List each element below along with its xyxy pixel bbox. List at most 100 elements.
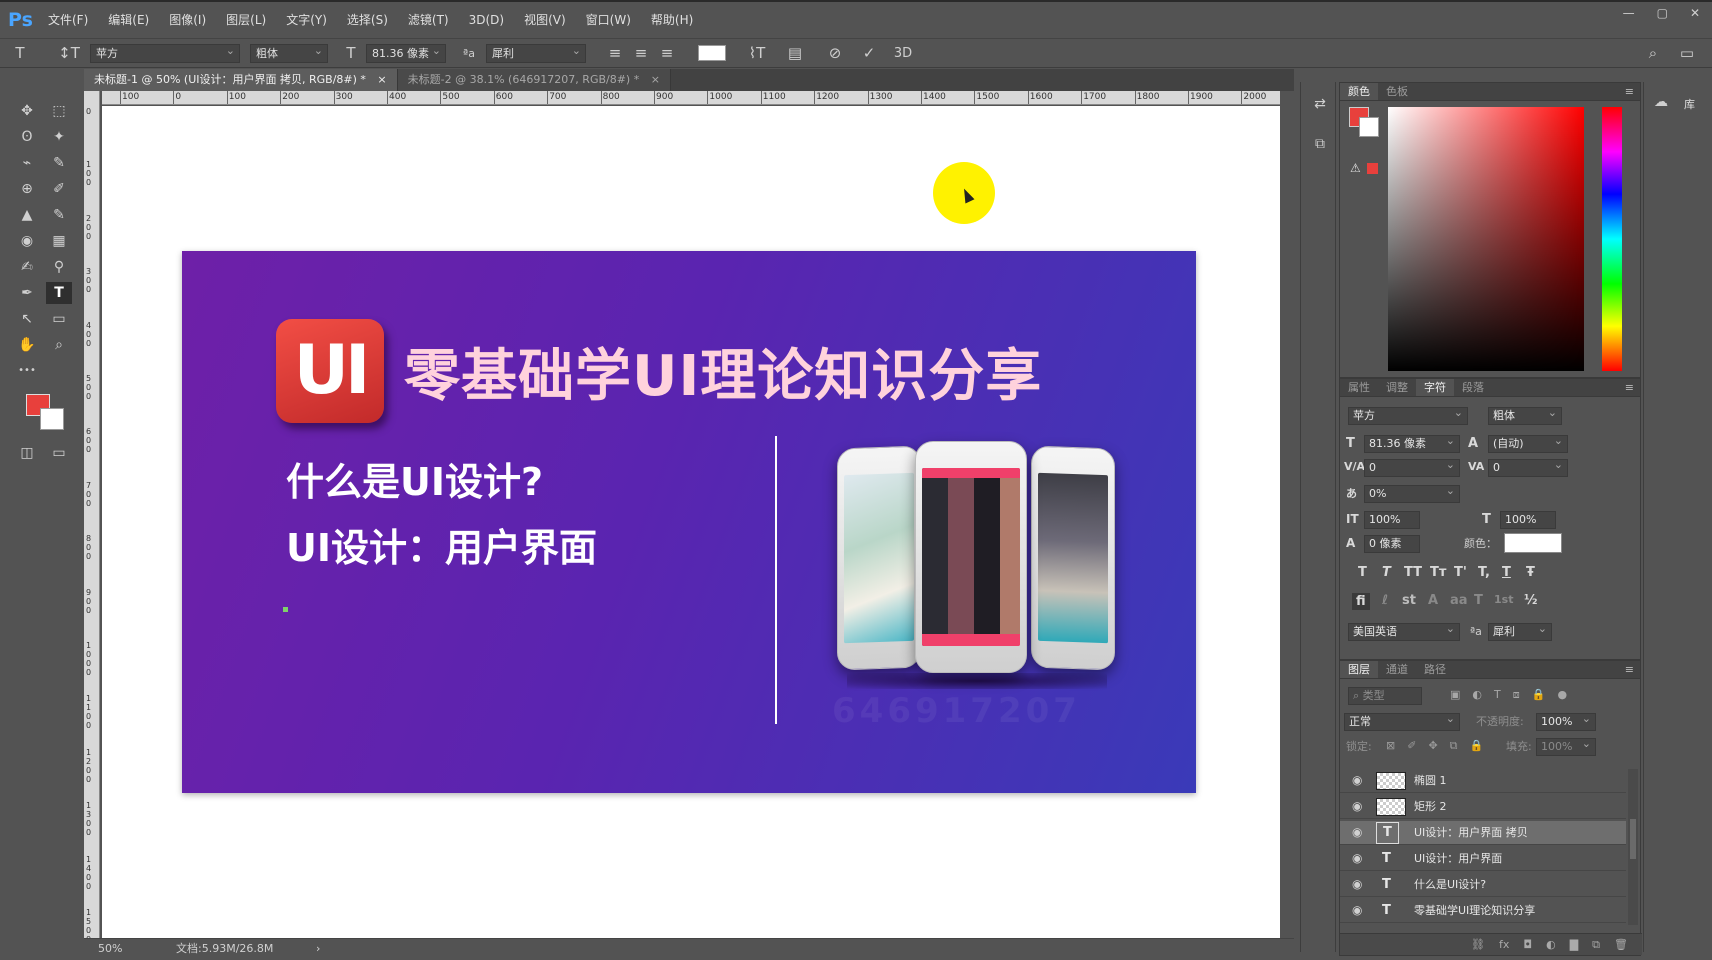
cancel-icon[interactable]: ⊘ [820,44,850,62]
dodge-tool-icon[interactable]: ⚲ [46,256,72,278]
layer-row[interactable]: ◉ T 什么是UI设计? [1340,873,1626,897]
char-horizontal-scale-field[interactable]: 100% [1500,511,1556,529]
layer-row[interactable]: ◉ 矩形 2 [1340,795,1626,819]
tab-document-1[interactable]: 未标题-1 @ 50% (UI设计：用户界面 拷贝, RGB/8#) * × [84,69,398,91]
menu-type[interactable]: 文字(Y) [276,2,337,38]
menu-filter[interactable]: 滤镜(T) [398,2,459,38]
char-tsume-field[interactable]: 0% [1364,483,1460,503]
banner-title[interactable]: 零基础学UI理论知识分享 [404,331,1042,412]
language-select[interactable]: 美国英语 [1348,621,1460,641]
hue-slider[interactable] [1602,107,1622,371]
rectangle-tool-icon[interactable]: ▭ [46,308,72,330]
opacity-field[interactable]: 100% [1536,711,1596,731]
font-size-select[interactable]: 81.36 像素 [366,42,446,63]
anti-alias-select[interactable]: 犀利 [486,42,586,63]
blend-mode-select[interactable]: 正常 [1344,711,1460,731]
layers-scrollbar[interactable] [1628,769,1638,925]
small-caps-icon[interactable]: Tт [1430,565,1446,580]
gamut-warning-swatch[interactable] [1367,163,1378,174]
quick-mask-icon[interactable]: ◫ [14,442,40,464]
lock-position-icon[interactable]: ✥ [1428,739,1437,753]
layer-row-selected[interactable]: ◉ T UI设计：用户界面 拷贝 [1340,821,1626,845]
strikethrough-icon[interactable]: Ŧ [1526,565,1535,580]
hand-tool-icon[interactable]: ✋ [14,334,40,356]
magic-wand-tool-icon[interactable]: ✦ [46,126,72,148]
panel-menu-icon[interactable]: ≡ [1625,83,1634,101]
lock-all-icon[interactable]: 🔒 [1470,739,1484,753]
superscript-icon[interactable]: T' [1454,565,1467,580]
pen-tool-icon[interactable]: ✒ [14,282,40,304]
close-button[interactable]: ✕ [1690,6,1700,20]
menu-view[interactable]: 视图(V) [514,2,576,38]
tab-close-icon[interactable]: × [651,73,660,86]
layer-style-icon[interactable]: fx [1499,938,1509,951]
ligatures-icon[interactable]: fi [1352,593,1370,610]
panel-menu-icon[interactable]: ≡ [1625,379,1634,397]
filter-pixel-icon[interactable]: ▣ [1450,688,1460,702]
move-tool-icon[interactable]: ✥ [14,100,40,122]
align-center-icon[interactable]: ≡ [628,44,654,62]
cloud-icon[interactable]: ☁ [1654,94,1668,110]
search-icon[interactable]: ⌕ [1638,44,1668,62]
link-layers-icon[interactable]: ⛓ [1471,938,1485,951]
text-color-swatch[interactable] [698,45,726,61]
swash-icon[interactable]: A [1428,593,1438,608]
properties-panel-icon[interactable]: ⧉ [1309,136,1331,158]
tab-paths[interactable]: 路径 [1416,661,1454,678]
char-baseline-shift-field[interactable]: 0 像素 [1364,535,1420,553]
eraser-tool-icon[interactable]: ◉ [14,230,40,252]
layer-row[interactable]: ◉ T 零基础学UI理论知识分享 [1340,899,1626,923]
lock-transparency-icon[interactable]: ⊠ [1386,739,1395,753]
tab-channels[interactable]: 通道 [1378,661,1416,678]
color-field[interactable] [1388,107,1584,371]
ordinals-icon[interactable]: 1st [1494,593,1513,606]
gradient-tool-icon[interactable]: ▦ [46,230,72,252]
path-selection-tool-icon[interactable]: ↖ [14,308,40,330]
filter-smart-object-icon[interactable]: 🔒 [1532,688,1546,702]
history-brush-tool-icon[interactable]: ✎ [46,204,72,226]
subscript-icon[interactable]: T, [1478,565,1490,580]
visibility-eye-icon[interactable]: ◉ [1352,899,1362,922]
workspace-icon[interactable]: ▭ [1672,44,1702,62]
layer-filter-field[interactable]: ⌕ 类型 [1348,687,1422,705]
3d-button[interactable]: 3D [888,46,918,61]
lasso-tool-icon[interactable]: ʘ [14,126,40,148]
type-tool-icon[interactable]: T [0,44,40,62]
new-layer-icon[interactable]: ⧉ [1592,938,1600,952]
crop-tool-icon[interactable]: ⌁ [14,152,40,174]
faux-italic-icon[interactable]: T [1382,565,1391,580]
healing-brush-tool-icon[interactable]: ⊕ [14,178,40,200]
menu-select[interactable]: 选择(S) [337,2,398,38]
menu-file[interactable]: 文件(F) [38,2,98,38]
menu-layer[interactable]: 图层(L) [216,2,276,38]
filter-adjustment-icon[interactable]: ◐ [1472,688,1482,702]
tab-adjustments[interactable]: 调整 [1378,379,1416,396]
contextual-alternates-icon[interactable]: ℓ [1382,593,1388,608]
tab-swatches[interactable]: 色板 [1378,83,1416,100]
fractions-icon[interactable]: ½ [1524,593,1537,608]
maximize-button[interactable]: ▢ [1657,6,1668,20]
menu-help[interactable]: 帮助(H) [641,2,703,38]
add-mask-icon[interactable]: ◘ [1523,938,1532,951]
faux-bold-icon[interactable]: T [1358,565,1367,580]
char-leading-field[interactable]: (自动) [1488,433,1568,453]
visibility-eye-icon[interactable]: ◉ [1352,769,1362,792]
brush-tool-icon[interactable]: ✐ [46,178,72,200]
char-color-swatch[interactable] [1504,533,1562,553]
visibility-eye-icon[interactable]: ◉ [1352,821,1362,844]
eyedropper-tool-icon[interactable]: ✎ [46,152,72,174]
layer-row[interactable]: ◉ 椭圆 1 [1340,769,1626,793]
char-font-family-select[interactable]: 苹方 [1348,405,1468,425]
tab-document-2[interactable]: 未标题-2 @ 38.1% (646917207, RGB/8#) * × [397,69,671,91]
align-right-icon[interactable]: ≡ [654,44,680,62]
tab-paragraph[interactable]: 段落 [1454,379,1492,396]
background-color-swatch[interactable] [40,408,64,430]
stylistic-alternates-icon[interactable]: aa [1450,593,1468,608]
titling-alternates-icon[interactable]: T [1474,593,1483,608]
visibility-eye-icon[interactable]: ◉ [1352,795,1362,818]
tab-layers[interactable]: 图层 [1340,661,1378,678]
zoom-tool-icon[interactable]: ⌕ [46,334,72,356]
char-anti-alias-select[interactable]: 犀利 [1488,621,1552,641]
character-panel-icon[interactable]: ▤ [780,44,810,62]
tab-character[interactable]: 字符 [1416,379,1454,396]
